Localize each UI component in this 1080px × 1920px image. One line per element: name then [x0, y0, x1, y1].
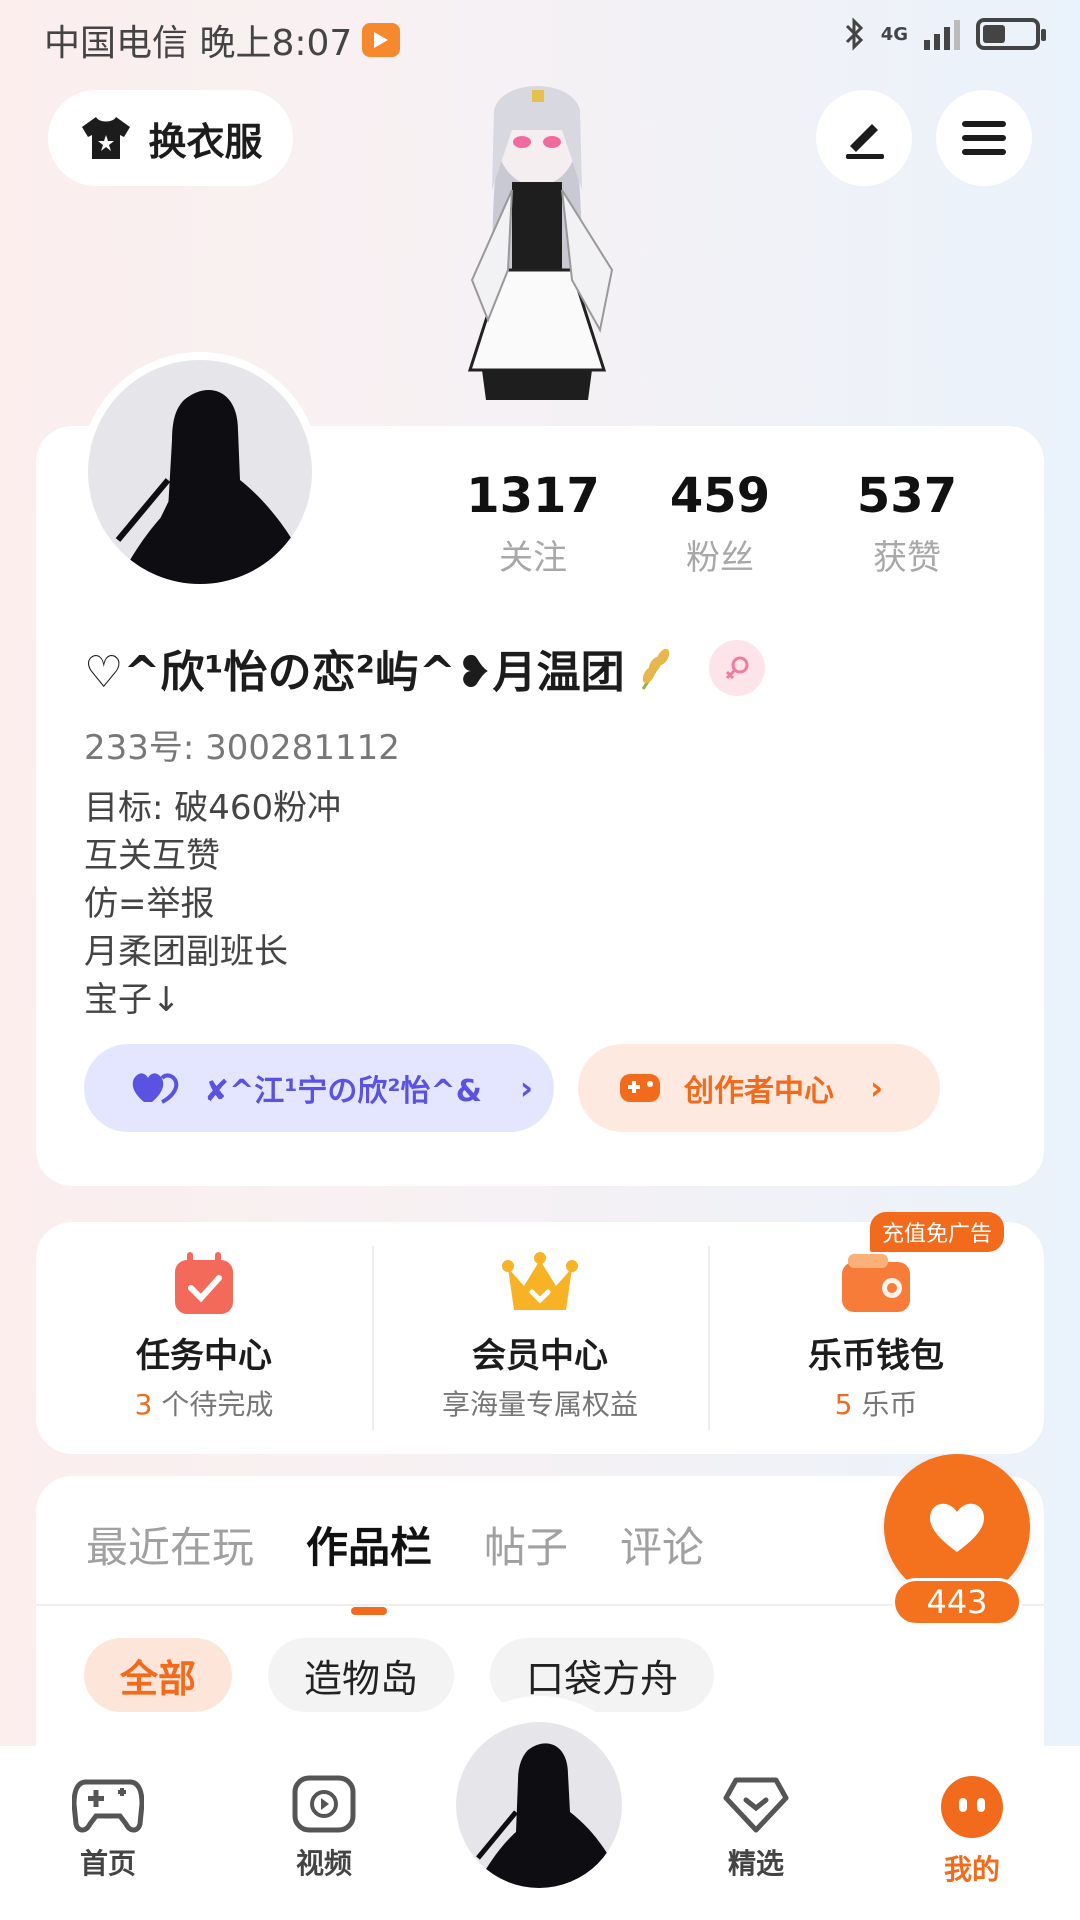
nav-home[interactable]: 首页 — [0, 1746, 216, 1920]
wheat-icon — [641, 648, 669, 690]
relationship-pill[interactable]: ✘^江¹宁の欣²怡^& › — [84, 1044, 554, 1132]
hamburger-icon — [962, 121, 1006, 155]
outfit-label: 换衣服 — [148, 119, 263, 164]
wallet-button[interactable]: 充值免广告 乐币钱包 5 乐币 — [708, 1212, 1044, 1454]
bio: 目标: 破460粉冲 互关互赞 仿=举报 月柔团副班长 宝子↓ — [84, 784, 341, 1024]
avatar-silhouette-image — [115, 390, 312, 584]
avatar-silhouette-image — [476, 1743, 622, 1888]
edit-button[interactable] — [816, 90, 912, 186]
relationship-label: ✘^江¹宁の欣²怡^& — [204, 1074, 482, 1109]
crown-icon — [502, 1252, 578, 1310]
stat-value: 537 — [856, 468, 958, 524]
creator-center-button[interactable]: 创作者中心 › — [578, 1044, 940, 1132]
signal-icon — [924, 20, 960, 50]
nav-center-avatar-button[interactable] — [456, 1722, 622, 1888]
bio-line: 目标: 破460粉冲 — [84, 788, 342, 828]
creator-center-label: 创作者中心 — [684, 1074, 834, 1109]
coin-label: 乐币 — [852, 1388, 918, 1421]
heart-tag-icon — [723, 1777, 789, 1833]
bluetooth-icon — [845, 17, 863, 51]
tab-posts[interactable]: 帖子 — [484, 1514, 568, 1575]
carrier-time: 中国电信 晚上8:07 — [44, 23, 353, 64]
gamepad-icon — [620, 1074, 660, 1102]
video-icon — [292, 1775, 356, 1833]
user-id: 233号: 300281112 — [84, 728, 400, 768]
nav-featured[interactable]: 精选 — [648, 1746, 864, 1920]
stat-likes[interactable]: 537 获赞 — [814, 468, 1000, 579]
tab-bar: 最近在玩 作品栏 帖子 评论 — [86, 1514, 704, 1615]
stat-value: 1317 — [466, 468, 600, 524]
stat-label: 获赞 — [873, 538, 941, 578]
service-subtitle: 3 个待完成 — [135, 1383, 274, 1423]
chevron-right-icon: › — [519, 1069, 534, 1107]
vip-center-button[interactable]: 会员中心 享海量专属权益 — [372, 1222, 708, 1454]
menu-button[interactable] — [936, 90, 1032, 186]
pen-icon — [846, 124, 884, 159]
battery-icon — [976, 18, 1046, 50]
nav-me[interactable]: 我的 — [864, 1746, 1080, 1920]
bio-line: 仿=举报 — [84, 884, 215, 924]
heart-icon — [930, 1503, 984, 1552]
stat-value: 459 — [669, 468, 771, 524]
calendar-check-icon — [175, 1252, 233, 1314]
service-subtitle: 享海量专属权益 — [441, 1388, 638, 1421]
like-count-badge: 443 — [892, 1578, 1022, 1626]
status-left: 中国电信 晚上8:07 — [44, 14, 401, 66]
chip-creation-island[interactable]: 造物岛 — [268, 1638, 455, 1712]
pending-count: 3 — [134, 1388, 153, 1421]
media-play-icon — [362, 23, 401, 57]
network-label: 4G — [880, 23, 908, 45]
tab-works[interactable]: 作品栏 — [306, 1514, 432, 1615]
tab-recent[interactable]: 最近在玩 — [86, 1514, 254, 1575]
stat-followers[interactable]: 459 粉丝 — [627, 468, 813, 579]
services-card: 任务中心 3 个待完成 会员中心 享海量专属权益 充值免广告 乐币钱包 5 乐币 — [36, 1212, 1044, 1454]
coin-count: 5 — [834, 1388, 853, 1421]
service-title: 任务中心 — [136, 1336, 272, 1376]
pending-label: 个待完成 — [152, 1388, 274, 1421]
female-icon — [708, 640, 765, 696]
ad-free-badge: 充值免广告 — [869, 1212, 1004, 1252]
filter-chips: 全部 造物岛 口袋方舟 — [84, 1638, 715, 1712]
stat-label: 粉丝 — [686, 538, 754, 578]
chevron-right-icon: › — [870, 1069, 884, 1107]
gamepad-icon — [72, 1779, 144, 1833]
nav-label: 我的 — [943, 1853, 1000, 1886]
task-center-button[interactable]: 任务中心 3 个待完成 — [36, 1222, 372, 1454]
tab-comments[interactable]: 评论 — [620, 1514, 704, 1575]
stat-label: 关注 — [499, 538, 567, 578]
profile-avatar[interactable] — [80, 352, 320, 592]
shirt-icon — [82, 117, 131, 159]
service-subtitle: 5 乐币 — [835, 1383, 918, 1423]
status-bar: 中国电信 晚上8:07 4G — [0, 0, 1080, 76]
nav-label: 视频 — [295, 1847, 352, 1880]
bio-line: 互关互赞 — [84, 836, 220, 876]
chip-all[interactable]: 全部 — [84, 1638, 233, 1712]
double-heart-icon — [132, 1073, 179, 1104]
bio-line: 月柔团副班长 — [84, 932, 288, 972]
profile-stats: 1317 关注 459 粉丝 537 获赞 — [440, 468, 1000, 579]
nav-video[interactable]: 视频 — [216, 1746, 432, 1920]
stat-following[interactable]: 1317 关注 — [440, 468, 626, 579]
avatar-character-image[interactable] — [432, 70, 642, 430]
status-right: 4G — [843, 16, 1046, 52]
change-outfit-button[interactable]: 换衣服 — [48, 90, 293, 186]
nav-label: 精选 — [727, 1847, 784, 1880]
face-icon — [941, 1776, 1003, 1838]
service-title: 会员中心 — [472, 1336, 608, 1376]
nickname-row: ♡^欣¹怡の恋²屿^❥月温团 — [84, 636, 765, 700]
wallet-icon — [842, 1254, 910, 1312]
service-title: 乐币钱包 — [808, 1336, 944, 1376]
nickname: ♡^欣¹怡の恋²屿^❥月温团 — [84, 647, 625, 698]
bio-line: 宝子↓ — [84, 980, 181, 1020]
nav-label: 首页 — [79, 1847, 136, 1880]
